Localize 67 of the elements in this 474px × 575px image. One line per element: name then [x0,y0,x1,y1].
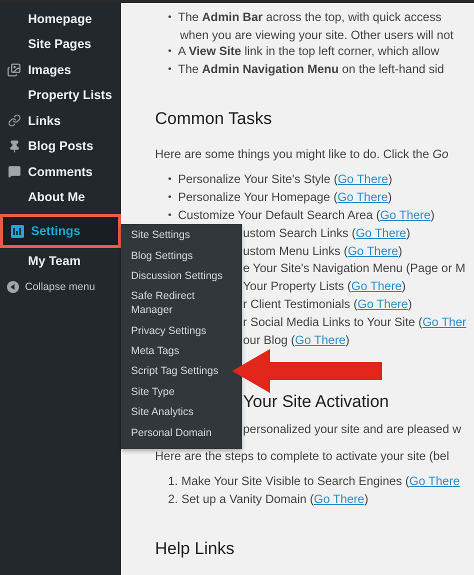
section-heading: Common Tasks [155,108,273,130]
paragraph: Here are some things you might like to do. Click the Go [155,146,450,164]
sidebar-item[interactable]: About Me [0,184,121,210]
text: Set up a Vanity Domain ( [181,490,314,508]
text: Personalize Your Homepage ( [178,189,338,206]
text: ustom Search Links ( [243,224,356,242]
collapse-icon [7,280,19,292]
sidebar-item[interactable]: Comments [0,159,121,184]
comment-icon [8,165,20,178]
text: when you are viewing your site. Other users will not [179,26,454,43]
text: ) [406,224,410,242]
text: r Client Testimonials ( [243,296,358,313]
text: The Admin Navigation Menu on the left-hand sid [178,60,444,78]
bullet: • [167,173,173,188]
text: e Your Site's Navigation Menu (Page or M [243,260,466,278]
text: r Social Media Links to Your Site ( [243,314,422,331]
text: The Admin Bar across the top, with quick access [178,9,442,26]
text: personalized your site and are pleased w [243,421,462,438]
submenu-item[interactable]: Privacy Settings [121,320,242,341]
submenu-item[interactable]: Meta Tags [121,340,242,362]
collapse-menu-button[interactable]: Collapse menu [0,274,121,300]
text: Personalize Your Site's Style ( [178,171,338,188]
text: our Blog ( [243,332,296,349]
section-heading: Your Site Activation [243,391,390,414]
submenu-item[interactable]: Site Settings [121,225,242,246]
text: ustom Menu Links ( [243,242,348,260]
text: ) [402,278,406,296]
sidebar-item[interactable]: Property Lists [0,82,121,108]
bullet: • [167,208,173,223]
settings-icon [10,224,24,238]
list-number: 1. [168,473,178,490]
sidebar-item[interactable]: Site Pages [0,32,121,57]
text: ) [430,206,435,224]
bullet: • [167,44,173,59]
submenu-item[interactable]: Site Analytics [121,402,242,422]
submenu-item[interactable]: Site Type [121,382,242,402]
link-icon [8,114,20,128]
submenu-item[interactable]: Script Tag Settings [121,361,242,382]
submenu-item[interactable]: Blog Settings [121,245,242,266]
sidebar-item[interactable]: Images [0,57,121,82]
text: ) [408,296,412,313]
pin-icon [8,140,20,153]
text: Your Property Lists ( [243,278,352,296]
sidebar-item[interactable]: Settings [0,214,121,248]
text: ) [388,189,392,206]
text: ) [398,242,402,260]
sidebar-item[interactable]: My Team [0,248,121,274]
submenu-item[interactable]: Safe Redirect Manager [121,286,242,320]
text: A View Site link in the top left corner, which allow [178,42,440,60]
submenu-item[interactable]: Discussion Settings [121,266,242,286]
sidebar-item[interactable]: Links [0,108,121,134]
sidebar-item[interactable]: Homepage [0,6,121,32]
text: ) [364,490,368,508]
sidebar-item[interactable]: Blog Posts [0,134,121,159]
text: Customize Your Default Search Area ( [178,206,380,224]
text: ) [346,332,350,349]
text: ) [388,171,392,188]
list-number: 2. [168,490,178,508]
bullet: • [167,11,173,25]
submenu-item[interactable]: Personal Domain [121,422,242,443]
paragraph: Here are the steps to complete to activate your site (bel [155,448,450,466]
bullet: • [167,191,173,206]
images-icon [7,62,21,77]
section-heading: Help Links [155,538,236,560]
text: Make Your Site Visible to Search Engines ( [181,473,410,490]
arrow-icon [232,349,382,393]
bullet: • [167,62,173,77]
